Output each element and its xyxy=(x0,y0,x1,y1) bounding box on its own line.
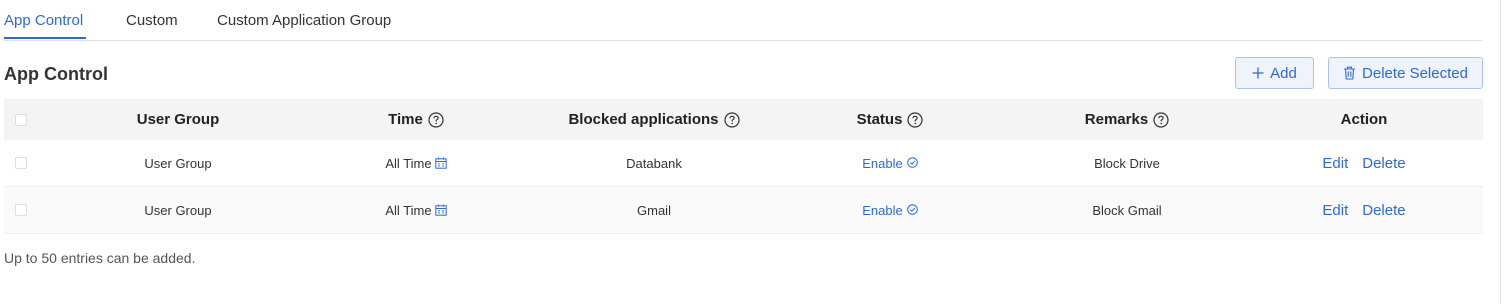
check-circle-icon xyxy=(906,156,918,171)
edit-link[interactable]: Edit xyxy=(1322,202,1348,219)
column-header-remarks: Remarks xyxy=(1027,99,1227,140)
user-group-cell: User Group xyxy=(144,155,212,171)
status-toggle[interactable]: Enable xyxy=(862,155,918,171)
time-value: All Time xyxy=(385,202,432,218)
time-value: All Time xyxy=(385,155,432,171)
row-checkbox[interactable] xyxy=(15,204,27,216)
column-header-user-group-label: User Group xyxy=(136,111,220,128)
status-label: Enable xyxy=(862,202,903,218)
app-control-table: User Group Time Blocked applications Sta… xyxy=(4,99,1483,234)
column-header-user-group: User Group xyxy=(78,99,278,140)
tab-bar: App Control Custom Custom Application Gr… xyxy=(4,0,1482,41)
column-header-action-label: Action xyxy=(1340,111,1388,128)
check-circle-icon xyxy=(906,203,918,218)
help-icon[interactable] xyxy=(907,111,924,128)
tab-custom-application-group[interactable]: Custom Application Group xyxy=(217,11,391,31)
status-cell: Enable xyxy=(790,140,990,186)
column-header-time: Time xyxy=(316,99,516,140)
blocked-applications-cell: Databank xyxy=(626,155,682,171)
help-icon[interactable] xyxy=(428,111,444,128)
column-header-remarks-label: Remarks xyxy=(1084,111,1149,128)
column-header-blocked-applications: Blocked applications xyxy=(554,99,754,140)
time-cell: All Time xyxy=(316,187,516,233)
tab-app-control[interactable]: App Control xyxy=(4,11,83,31)
add-button[interactable]: Add xyxy=(1235,57,1314,89)
help-icon[interactable] xyxy=(1153,111,1169,128)
delete-link[interactable]: Delete xyxy=(1362,155,1405,172)
trash-icon xyxy=(1343,66,1356,80)
select-all-checkbox[interactable] xyxy=(15,113,27,126)
page-title: App Control xyxy=(4,64,108,84)
action-cell: Edit Delete xyxy=(1264,187,1464,233)
help-icon[interactable] xyxy=(723,111,740,128)
add-button-label: Add xyxy=(1270,64,1297,82)
row-checkbox[interactable] xyxy=(15,157,27,169)
column-header-blocked-applications-label: Blocked applications xyxy=(568,111,719,128)
blocked-applications-cell: Gmail xyxy=(637,202,671,218)
action-cell: Edit Delete xyxy=(1264,140,1464,186)
row-checkbox-cell xyxy=(4,140,38,186)
row-checkbox-cell xyxy=(4,187,38,233)
status-label: Enable xyxy=(862,155,903,171)
time-cell: All Time xyxy=(316,140,516,186)
column-header-time-label: Time xyxy=(388,111,423,128)
status-toggle[interactable]: Enable xyxy=(862,202,918,218)
edit-link[interactable]: Edit xyxy=(1322,155,1348,172)
column-header-status: Status xyxy=(790,99,990,140)
header-checkbox-cell xyxy=(4,99,38,140)
delete-selected-button[interactable]: Delete Selected xyxy=(1328,57,1483,89)
column-header-action: Action xyxy=(1264,99,1464,140)
delete-selected-button-label: Delete Selected xyxy=(1362,64,1468,82)
tab-custom[interactable]: Custom xyxy=(126,11,178,31)
column-header-status-label: Status xyxy=(856,111,903,128)
remarks-cell: Block Gmail xyxy=(1092,202,1162,218)
table-header-row: User Group Time Blocked applications Sta… xyxy=(4,99,1483,140)
table-row: User Group All Time Databank Enable Bloc… xyxy=(4,140,1483,187)
delete-link[interactable]: Delete xyxy=(1362,202,1405,219)
entries-limit-note: Up to 50 entries can be added. xyxy=(4,250,196,266)
plus-icon xyxy=(1252,67,1264,79)
calendar-icon[interactable] xyxy=(434,204,447,216)
status-cell: Enable xyxy=(790,187,990,233)
scrollbar-track xyxy=(1500,0,1501,304)
calendar-icon[interactable] xyxy=(434,157,447,169)
active-tab-indicator xyxy=(4,37,86,39)
table-row: User Group All Time Gmail Enable Block G… xyxy=(4,187,1483,234)
user-group-cell: User Group xyxy=(144,202,212,218)
remarks-cell: Block Drive xyxy=(1094,155,1160,171)
